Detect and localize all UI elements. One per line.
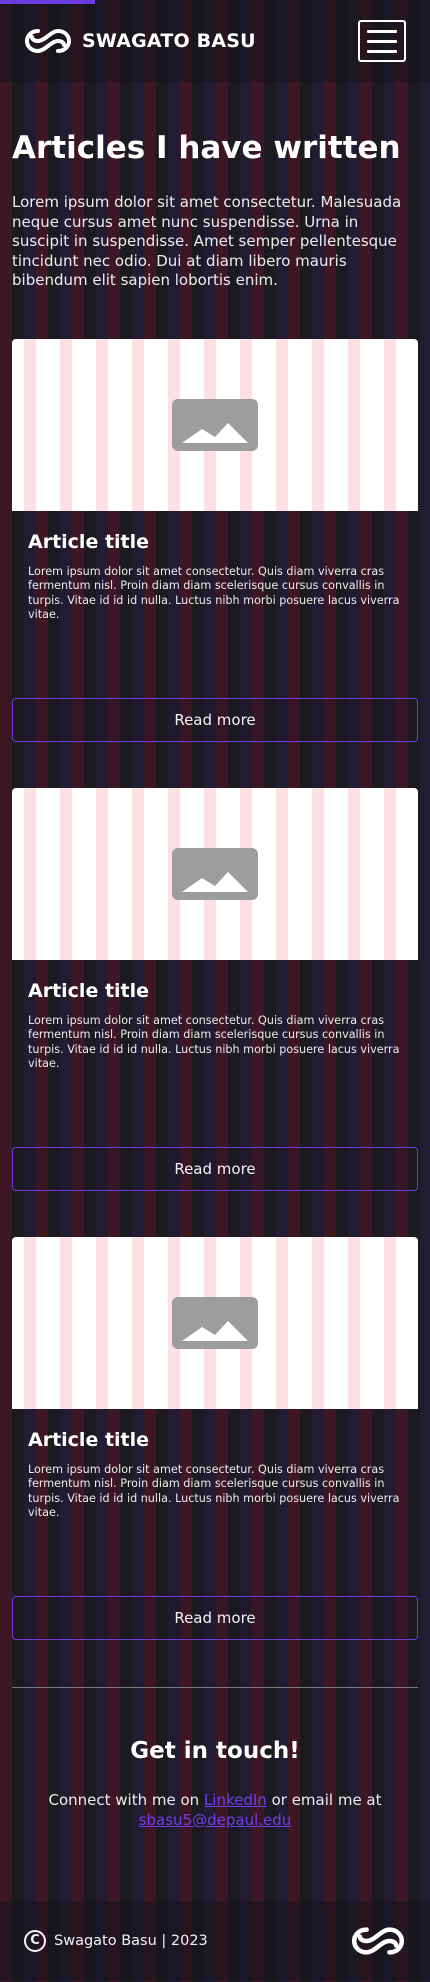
infinity-logo-icon[interactable] [350,1924,406,1958]
contact-text-middle: or email me at [266,1790,382,1809]
contact-text: Connect with me on LinkedIn or email me … [24,1790,406,1830]
article-image [12,787,418,960]
linkedin-link[interactable]: LinkedIn [204,1791,267,1809]
scroll-progress-bar [0,0,95,4]
read-more-button[interactable]: Read more [12,1146,418,1191]
article-image [12,1236,418,1409]
read-more-button[interactable]: Read more [12,1595,418,1640]
article-title: Article title [28,1428,150,1451]
menu-line [367,29,397,33]
article-image [12,338,418,511]
article-summary: Lorem ipsum dolor sit amet consectetur. … [28,1462,400,1520]
article-card: Article title Lorem ipsum dolor sit amet… [12,1236,418,1640]
article-body: Article title Lorem ipsum dolor sit amet… [12,1409,418,1596]
article-summary: Lorem ipsum dolor sit amet consectetur. … [28,564,400,622]
intro-section: Articles I have written Lorem ipsum dolo… [0,82,430,291]
brand-name: SWAGATO BASU [82,30,256,52]
site-footer: C Swagato Basu | 2023 [0,1900,430,1981]
menu-line [367,49,397,53]
article-card: Article title Lorem ipsum dolor sit amet… [12,338,418,742]
email-link[interactable]: sbasu5@depaul.edu [139,1811,292,1829]
image-placeholder-icon [172,847,258,900]
brand[interactable]: SWAGATO BASU [24,26,256,56]
article-title: Article title [28,979,150,1002]
hamburger-menu-icon[interactable] [358,20,406,62]
contact-text-before: Connect with me on [48,1790,204,1809]
image-placeholder-icon [172,1296,258,1349]
intro-description: Lorem ipsum dolor sit amet consectetur. … [12,193,402,290]
page: SWAGATO BASU Articles I have written Lor… [0,0,430,1982]
copyright-text: Swagato Basu | 2023 [54,1932,208,1949]
menu-line [367,39,397,43]
copyright-icon: C [24,1929,46,1952]
contact-section: Get in touch! Connect with me on LinkedI… [0,1688,430,1901]
copyright: C Swagato Basu | 2023 [24,1929,208,1952]
article-summary: Lorem ipsum dolor sit amet consectetur. … [28,1013,400,1071]
article-title: Article title [28,530,150,553]
site-header: SWAGATO BASU [0,0,430,82]
image-placeholder-icon [172,398,258,451]
infinity-logo-icon [24,26,72,56]
article-body: Article title Lorem ipsum dolor sit amet… [12,960,418,1147]
contact-title: Get in touch! [130,1737,300,1764]
articles-list: Article title Lorem ipsum dolor sit amet… [0,338,430,1640]
article-card: Article title Lorem ipsum dolor sit amet… [12,787,418,1191]
page-title: Articles I have written [12,130,401,166]
read-more-button[interactable]: Read more [12,697,418,742]
article-body: Article title Lorem ipsum dolor sit amet… [12,511,418,698]
